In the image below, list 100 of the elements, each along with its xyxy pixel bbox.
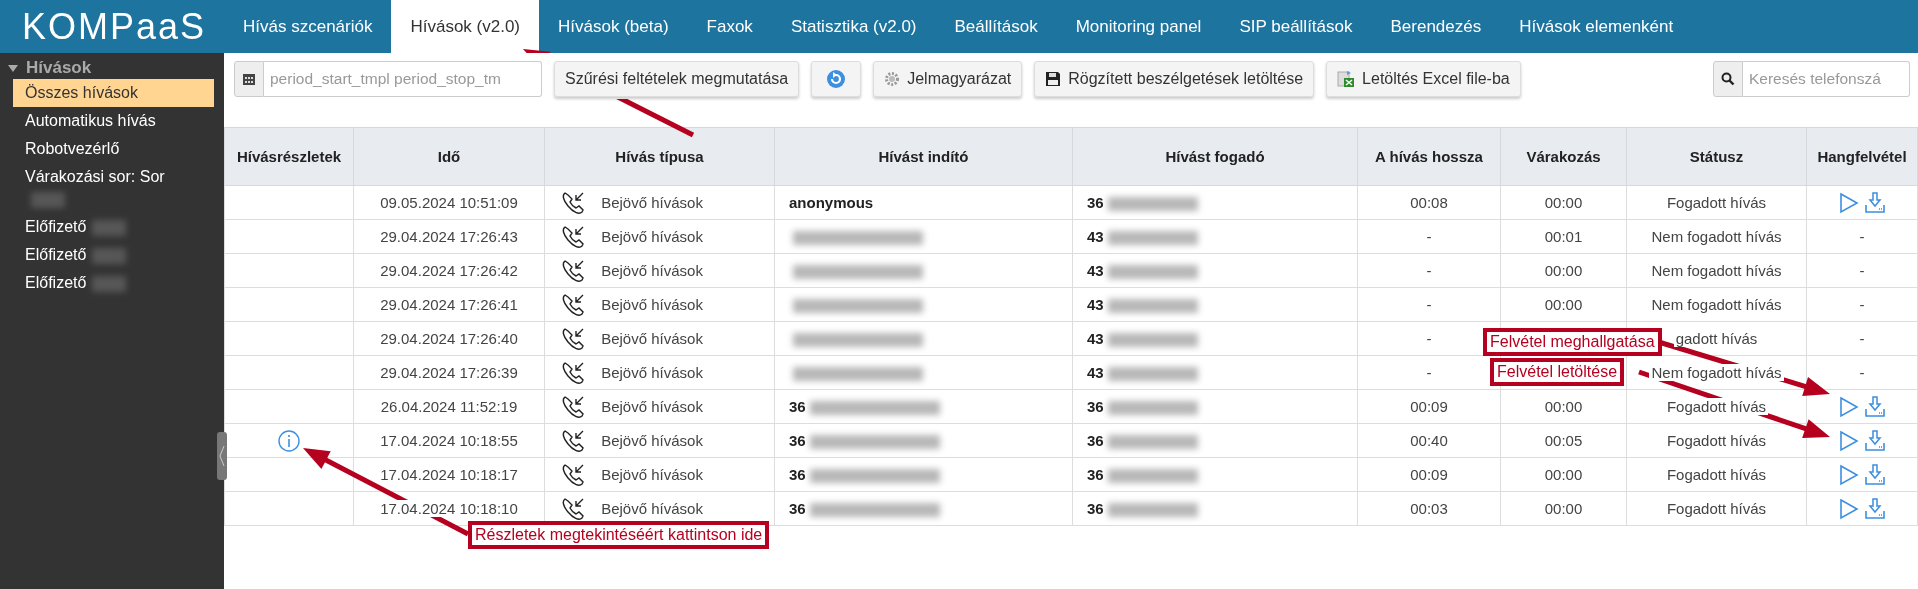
download-icon[interactable] [1865, 497, 1885, 520]
nav-tab[interactable]: Hívás szcenáriók [224, 0, 392, 53]
table-cell: 00:05 [1544, 432, 1583, 449]
sidebar-item[interactable]: Összes hívások [13, 79, 214, 107]
download-icon[interactable] [1865, 429, 1885, 452]
redacted-block [92, 247, 127, 264]
nav-tab[interactable]: Berendezés [1371, 0, 1501, 53]
collapse-handle[interactable] [217, 432, 227, 480]
search-icon[interactable] [1713, 61, 1743, 97]
column-header[interactable]: Hívást fogadó [1072, 127, 1358, 186]
table-cell: anonymous [789, 194, 874, 211]
table-cell: 36 [1087, 398, 1104, 415]
play-icon[interactable] [1839, 395, 1859, 418]
nav-tab[interactable]: Hívások (beta) [539, 0, 688, 53]
table-cell: 43 [1087, 296, 1104, 313]
column-header[interactable]: Státusz [1626, 127, 1807, 186]
column-header[interactable]: Hívásrészletek [224, 127, 354, 186]
table-cell: - [1859, 296, 1865, 313]
table-cell: 00:08 [1410, 194, 1448, 211]
nav-tab[interactable]: Monitoring panel [1056, 0, 1221, 53]
incoming-call-icon [561, 291, 587, 318]
column-header[interactable]: A hívás hossza [1357, 127, 1501, 186]
table-cell: - [1426, 296, 1432, 313]
table-cell: 36 [1087, 194, 1104, 211]
download-recordings-button[interactable]: Rögzített beszélgetések letöltése [1034, 61, 1315, 97]
table-cell: 36 [789, 398, 806, 415]
table-cell: 00:09 [1410, 398, 1448, 415]
column-header[interactable]: Hangfelvétel [1806, 127, 1918, 186]
table-cell: Nem fogadott hívás [1649, 364, 1784, 381]
table-cell: - [1859, 228, 1865, 245]
play-icon[interactable] [1839, 191, 1859, 214]
incoming-call-icon [561, 393, 587, 420]
download-icon[interactable] [1865, 395, 1885, 418]
table-cell: 00:00 [1544, 398, 1583, 415]
column-header[interactable]: Idő [353, 127, 545, 186]
refresh-button[interactable] [811, 61, 862, 97]
column-header[interactable]: Várakozás [1500, 127, 1627, 186]
download-icon[interactable] [1865, 191, 1885, 214]
table-cell: Bejövő hívások [601, 228, 703, 245]
sidebar-item[interactable]: Előfizető [13, 213, 214, 241]
nav-tab[interactable]: Statisztika (v2.0) [771, 0, 936, 53]
incoming-call-icon [561, 223, 587, 250]
table-cell: 00:40 [1410, 432, 1448, 449]
play-icon[interactable] [1839, 497, 1859, 520]
table-cell: - [1426, 330, 1432, 347]
nav-tab[interactable]: Hívások elemenként [1500, 0, 1693, 53]
table-cell: 00:00 [1544, 296, 1583, 313]
sidebar-item[interactable]: Előfizető [13, 241, 214, 269]
table-cell: Bejövő hívások [601, 330, 703, 347]
table-cell: Bejövő hívások [601, 398, 703, 415]
table-cell: 00:09 [1410, 466, 1448, 483]
table-cell: Bejövő hívások [601, 432, 703, 449]
table-cell: Nem fogadott hívás [1649, 296, 1784, 313]
incoming-call-icon [561, 495, 587, 522]
redacted-block [92, 275, 127, 292]
sidebar-item[interactable]: Automatikus hívás [13, 107, 214, 135]
nav-tab[interactable]: SIP beállítások [1220, 0, 1372, 53]
table-cell: 00:01 [1544, 228, 1583, 245]
legend-button[interactable]: Jelmagyarázat [873, 61, 1023, 97]
table-cell: Bejövő hívások [601, 364, 703, 381]
gear-icon [884, 71, 901, 87]
table-cell: 36 [1087, 432, 1104, 449]
table-cell: 00:00 [1544, 500, 1583, 517]
sidebar-item[interactable]: Várakozási sor: Sor [13, 163, 214, 213]
table-cell: 36 [789, 466, 806, 483]
sidebar-item[interactable]: Előfizető [13, 269, 214, 297]
incoming-call-icon [561, 325, 587, 352]
excel-export-button[interactable]: Letöltés Excel file-ba [1326, 61, 1521, 97]
table-cell: Bejövő hívások [601, 500, 703, 517]
table-cell: 17.04.2024 10:18:10 [378, 500, 520, 517]
play-icon[interactable] [1839, 429, 1859, 452]
download-icon[interactable] [1865, 463, 1885, 486]
column-header[interactable]: Hívás típusa [544, 127, 775, 186]
table-cell: 00:00 [1544, 194, 1583, 211]
annotation-callout: Részletek megtekintéséért kattintson ide [468, 521, 770, 549]
incoming-call-icon [561, 359, 587, 386]
sidebar-item[interactable]: Robotvezérlő [13, 135, 214, 163]
info-icon[interactable] [278, 429, 300, 452]
column-header[interactable]: Hívást indító [774, 127, 1073, 186]
incoming-call-icon [561, 461, 587, 488]
table-cell: 43 [1087, 262, 1104, 279]
nav-tab[interactable]: Faxok [687, 0, 772, 53]
table-cell: Bejövő hívások [601, 466, 703, 483]
table-cell: Bejövő hívások [601, 194, 703, 211]
table-cell: Bejövő hívások [601, 262, 703, 279]
filter-button[interactable]: Szűrési feltételek megmutatása [554, 61, 800, 97]
nav-tab[interactable]: Beállítások [935, 0, 1057, 53]
incoming-call-icon [561, 257, 587, 284]
calendar-icon[interactable] [234, 61, 264, 97]
table-cell: 36 [1087, 466, 1104, 483]
nav-tab[interactable]: Hívások (v2.0) [391, 0, 540, 53]
table-cell: Nem fogadott hívás [1649, 228, 1784, 245]
table-cell: 36 [1087, 500, 1104, 517]
play-icon[interactable] [1839, 463, 1859, 486]
redacted-block [92, 219, 127, 236]
table-cell: 00:03 [1410, 500, 1448, 517]
table-cell: gadott hívás [1673, 330, 1760, 347]
table-cell: 36 [789, 432, 806, 449]
spreadsheet-icon [1337, 70, 1356, 88]
sidebar-heading[interactable]: Hívások [0, 57, 224, 79]
